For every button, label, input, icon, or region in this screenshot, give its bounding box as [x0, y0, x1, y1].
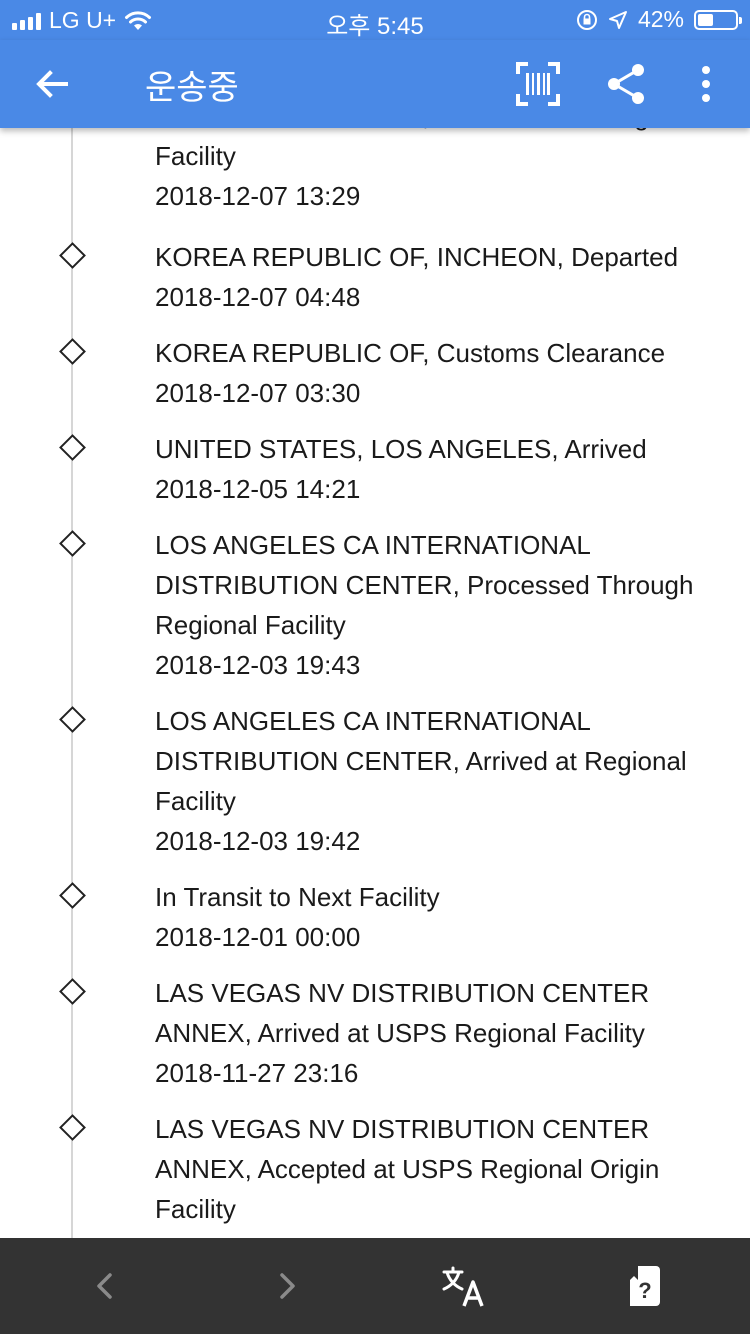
- event-text: KOREA REPUBLIC OF, Customs Clearance 201…: [155, 333, 720, 413]
- svg-text:?: ?: [638, 1278, 651, 1303]
- location-icon: [608, 10, 627, 29]
- event-datetime: 2018-12-07 13:29: [155, 181, 361, 211]
- event-text: UNITED STATES, LOS ANGELES, Arrived 2018…: [155, 429, 720, 509]
- event-text: In Transit to Next Facility 2018-12-01 0…: [155, 877, 720, 957]
- event-description: LAS VEGAS NV DISTRIBUTION CENTER ANNEX, …: [155, 978, 650, 1048]
- status-right: 42%: [576, 6, 742, 33]
- event-text: KOREA REPUBLIC OF, Processed Through Fac…: [155, 128, 720, 216]
- event-text: LOS ANGELES CA INTERNATIONAL DISTRIBUTIO…: [155, 525, 720, 685]
- event-text: LOS ANGELES CA INTERNATIONAL DISTRIBUTIO…: [155, 701, 720, 861]
- battery-percent: 42%: [637, 6, 684, 32]
- diamond-icon: [59, 882, 86, 909]
- orientation-lock-icon: [576, 9, 597, 30]
- event-datetime: 2018-12-03 19:42: [155, 826, 361, 856]
- tracking-timeline: KOREA REPUBLIC OF, Processed Through Fac…: [0, 128, 750, 1238]
- status-bar: LG U+ 오후 5:45 42%: [0, 0, 750, 40]
- event-datetime: 2018-12-03 19:43: [155, 650, 361, 680]
- diamond-icon: [59, 338, 86, 365]
- diamond-icon: [59, 434, 86, 461]
- event-datetime: 2018-12-07 03:30: [155, 378, 361, 408]
- battery-icon: [694, 9, 742, 30]
- barcode-scan-icon[interactable]: [514, 60, 562, 108]
- chevron-left-icon[interactable]: [82, 1262, 130, 1310]
- event-text: KOREA REPUBLIC OF, INCHEON, Departed 201…: [155, 237, 720, 317]
- diamond-icon: [59, 706, 86, 733]
- chevron-right-icon[interactable]: [262, 1262, 310, 1310]
- bottom-toolbar: ?: [0, 1238, 750, 1334]
- diamond-icon: [59, 978, 86, 1005]
- event-description: LOS ANGELES CA INTERNATIONAL DISTRIBUTIO…: [155, 706, 687, 816]
- arrow-left-icon[interactable]: [28, 60, 76, 108]
- event-description: KOREA REPUBLIC OF, INCHEON, Departed: [155, 242, 679, 272]
- event-description: KOREA REPUBLIC OF, Customs Clearance: [155, 338, 666, 368]
- app-bar: 운송중: [0, 40, 750, 128]
- more-vert-icon[interactable]: [682, 60, 730, 108]
- event-datetime: 2018-11-27 23:16: [155, 1058, 359, 1088]
- event-datetime: 2018-12-01 00:00: [155, 922, 361, 952]
- event-datetime: 2018-12-07 04:48: [155, 282, 361, 312]
- event-text: LAS VEGAS NV DISTRIBUTION CENTER ANNEX, …: [155, 1109, 720, 1229]
- event-description: In Transit to Next Facility: [155, 882, 440, 912]
- share-icon[interactable]: [602, 60, 650, 108]
- event-description: LOS ANGELES CA INTERNATIONAL DISTRIBUTIO…: [155, 530, 694, 640]
- event-datetime: 2018-12-05 14:21: [155, 474, 361, 504]
- event-description: LAS VEGAS NV DISTRIBUTION CENTER ANNEX, …: [155, 1114, 660, 1224]
- diamond-icon: [59, 1114, 86, 1141]
- help-book-icon[interactable]: ?: [620, 1262, 668, 1310]
- event-description: UNITED STATES, LOS ANGELES, Arrived: [155, 434, 647, 464]
- event-text: LAS VEGAS NV DISTRIBUTION CENTER ANNEX, …: [155, 973, 720, 1093]
- timeline-line: [71, 128, 73, 1238]
- diamond-icon: [59, 530, 86, 557]
- diamond-icon: [59, 242, 86, 269]
- translate-icon[interactable]: [440, 1262, 488, 1310]
- page-title: 운송중: [145, 69, 239, 107]
- event-description: KOREA REPUBLIC OF, Processed Through Fac…: [155, 128, 663, 171]
